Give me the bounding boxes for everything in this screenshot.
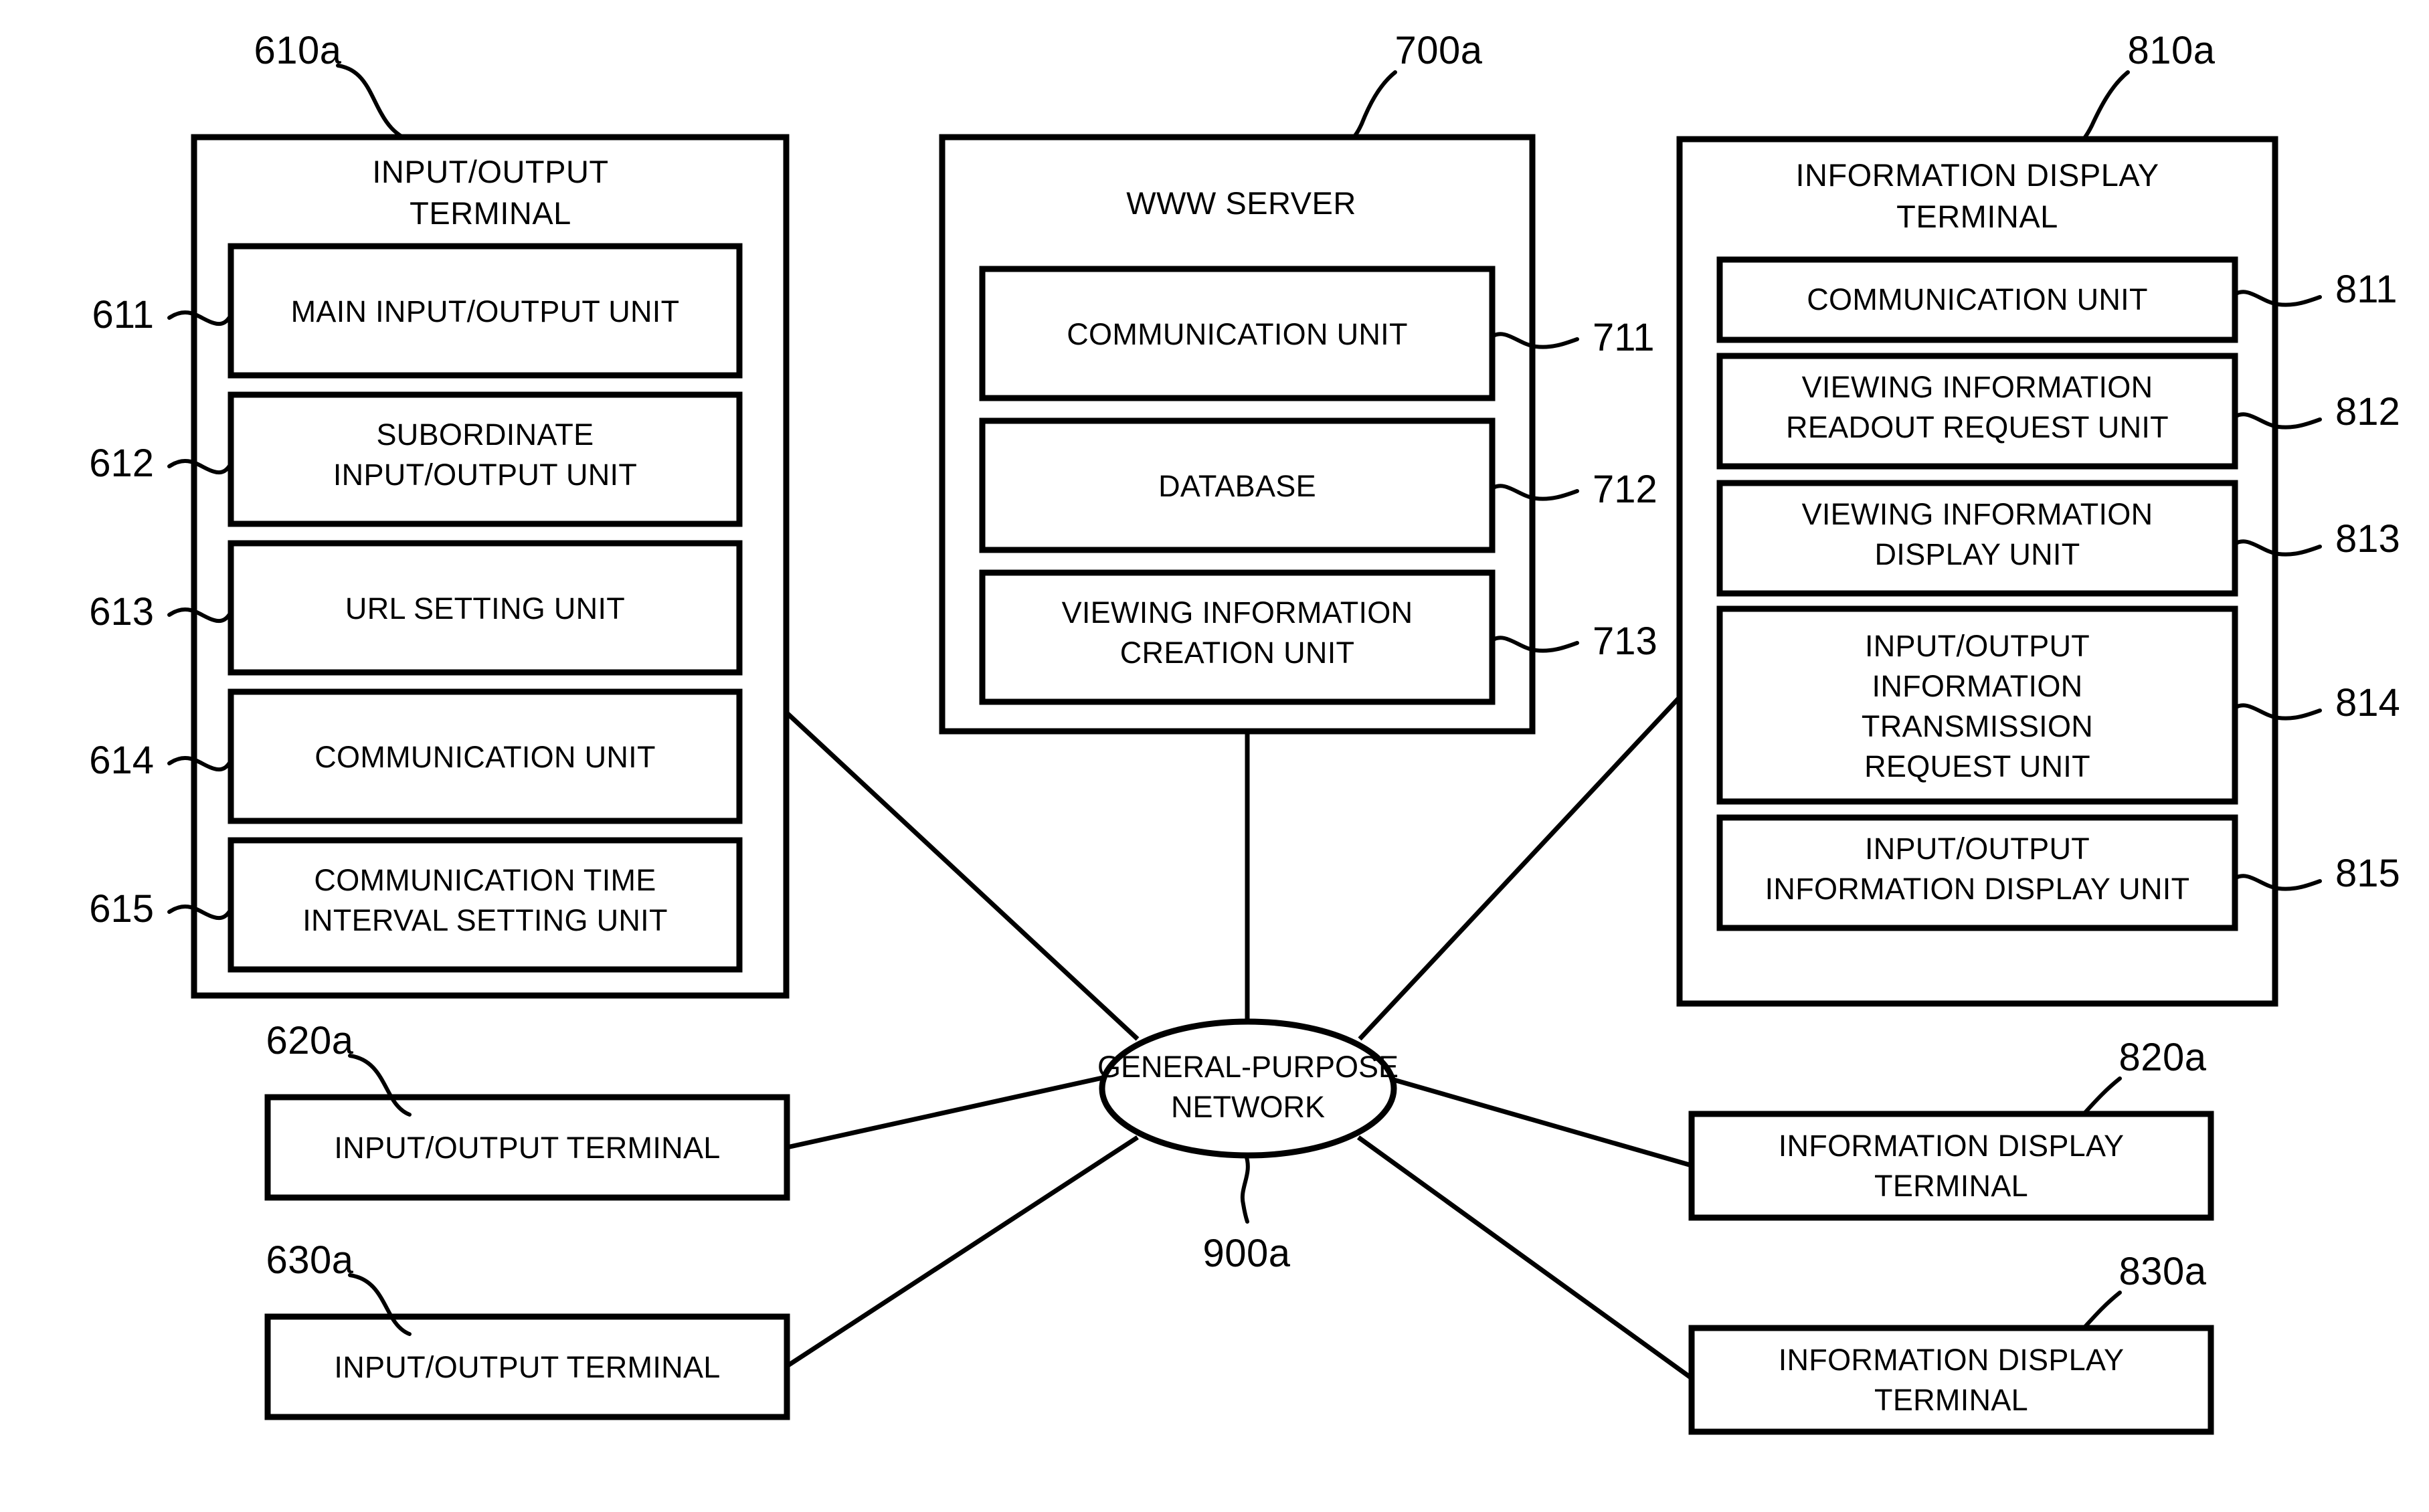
- ref-610a: 610a: [254, 29, 341, 72]
- unit-614-label-line1: COMMUNICATION UNIT: [314, 740, 656, 774]
- panel-www-server[interactable]: WWW SERVER 700a COMMUNICATION UNIT 711 D…: [939, 29, 1657, 735]
- unit-811-label-line1: COMMUNICATION UNIT: [1807, 282, 2148, 316]
- unit-712-label-line1: DATABASE: [1158, 469, 1316, 503]
- terminal-820a-label-line2: TERMINAL: [1874, 1169, 2028, 1203]
- panel-810a-title-line2: TERMINAL: [1896, 199, 2058, 234]
- panel-610a-title-line1: INPUT/OUTPUT: [372, 154, 608, 189]
- unit-812-label-line2: READOUT REQUEST UNIT: [1786, 410, 2169, 444]
- terminal-820a-label-line1: INFORMATION DISPLAY: [1779, 1129, 2125, 1163]
- unit-813-label-line1: VIEWING INFORMATION: [1802, 497, 2153, 531]
- leader-610a: [336, 64, 405, 139]
- panel-810a-title-line1: INFORMATION DISPLAY: [1795, 157, 2159, 193]
- link-610a-to-network: [782, 708, 1140, 1041]
- ref-815: 815: [2335, 852, 2400, 895]
- terminal-820a[interactable]: INFORMATION DISPLAY TERMINAL 820a: [1688, 1036, 2214, 1221]
- leader-900a: [1240, 1153, 1250, 1224]
- unit-813-label-line2: DISPLAY UNIT: [1874, 537, 2080, 571]
- panel-700a-title-line1: WWW SERVER: [1126, 185, 1356, 221]
- terminal-620a[interactable]: INPUT/OUTPUT TERMINAL 620a: [264, 1019, 790, 1201]
- unit-812-label-line1: VIEWING INFORMATION: [1802, 370, 2153, 404]
- leader-830a: [2082, 1291, 2122, 1329]
- ref-614: 614: [89, 739, 154, 782]
- ref-713: 713: [1593, 620, 1657, 663]
- ref-612: 612: [89, 442, 154, 485]
- network-ellipse[interactable]: [1099, 1018, 1397, 1159]
- unit-713-label-line1: VIEWING INFORMATION: [1062, 595, 1413, 630]
- unit-615-label-line2: INTERVAL SETTING UNIT: [302, 903, 668, 937]
- link-820a-to-network: [1388, 1076, 1692, 1168]
- panel-input-output-terminal[interactable]: INPUT/OUTPUT TERMINAL 610a MAIN INPUT/OU…: [89, 29, 790, 999]
- ref-611: 611: [92, 293, 154, 337]
- unit-815-label-line2: INFORMATION DISPLAY UNIT: [1765, 872, 2190, 906]
- ref-811: 811: [2335, 268, 2397, 311]
- ref-620a: 620a: [266, 1019, 353, 1062]
- terminal-830a-label-line1: INFORMATION DISPLAY: [1779, 1343, 2125, 1377]
- unit-713-label-line2: CREATION UNIT: [1120, 636, 1355, 670]
- panel-610a-title-line2: TERMINAL: [410, 195, 571, 231]
- terminal-630a[interactable]: INPUT/OUTPUT TERMINAL 630a: [264, 1238, 790, 1420]
- diagram-canvas: INPUT/OUTPUT TERMINAL 610a MAIN INPUT/OU…: [89, 29, 2400, 1435]
- unit-612-label-line1: SUBORDINATE: [376, 417, 594, 452]
- unit-814-label-line3: TRANSMISSION: [1862, 709, 2093, 743]
- link-630a-to-network: [786, 1135, 1139, 1368]
- terminal-630a-label-line1: INPUT/OUTPUT TERMINAL: [334, 1350, 720, 1384]
- panel-information-display-terminal[interactable]: INFORMATION DISPLAY TERMINAL 810a COMMUN…: [1676, 29, 2400, 1007]
- ref-613: 613: [89, 590, 154, 634]
- ref-900a: 900a: [1202, 1232, 1290, 1275]
- ref-830a: 830a: [2119, 1250, 2206, 1293]
- general-purpose-network-node[interactable]: GENERAL-PURPOSE NETWORK 900a: [1097, 1018, 1399, 1275]
- ref-700a: 700a: [1395, 29, 1482, 72]
- ref-810a: 810a: [2127, 29, 2215, 72]
- ref-812: 812: [2335, 390, 2400, 434]
- link-620a-to-network: [786, 1074, 1106, 1150]
- unit-711-label-line1: COMMUNICATION UNIT: [1067, 317, 1408, 351]
- leader-810a: [2081, 70, 2130, 142]
- unit-815-label-line1: INPUT/OUTPUT: [1865, 832, 2090, 866]
- ref-813: 813: [2335, 517, 2400, 561]
- network-label-line2: NETWORK: [1171, 1090, 1325, 1124]
- leader-820a: [2082, 1076, 2122, 1115]
- ref-814: 814: [2335, 681, 2400, 725]
- ref-712: 712: [1593, 468, 1657, 511]
- unit-814-label-line1: INPUT/OUTPUT: [1865, 629, 2090, 663]
- patent-figure: INPUT/OUTPUT TERMINAL 610a MAIN INPUT/OU…: [0, 0, 2429, 1512]
- leader-700a: [1351, 70, 1397, 140]
- unit-814-label-line2: INFORMATION: [1872, 669, 2083, 703]
- terminal-620a-label-line1: INPUT/OUTPUT TERMINAL: [334, 1131, 720, 1165]
- unit-612-label-line2: INPUT/OUTPUT UNIT: [333, 458, 637, 492]
- link-830a-to-network: [1356, 1135, 1694, 1380]
- ref-711: 711: [1593, 316, 1654, 359]
- terminal-830a-label-line2: TERMINAL: [1874, 1383, 2028, 1417]
- ref-630a: 630a: [266, 1238, 353, 1282]
- unit-613-label-line1: URL SETTING UNIT: [345, 591, 625, 626]
- ref-820a: 820a: [2119, 1036, 2206, 1079]
- unit-814-label-line4: REQUEST UNIT: [1864, 749, 2090, 783]
- terminal-830a[interactable]: INFORMATION DISPLAY TERMINAL 830a: [1688, 1250, 2214, 1435]
- ref-615: 615: [89, 887, 154, 931]
- unit-615-label-line1: COMMUNICATION TIME: [314, 863, 656, 897]
- network-label-line1: GENERAL-PURPOSE: [1097, 1050, 1399, 1084]
- link-810a-to-network: [1358, 694, 1683, 1041]
- unit-611-label-line1: MAIN INPUT/OUTPUT UNIT: [291, 294, 680, 328]
